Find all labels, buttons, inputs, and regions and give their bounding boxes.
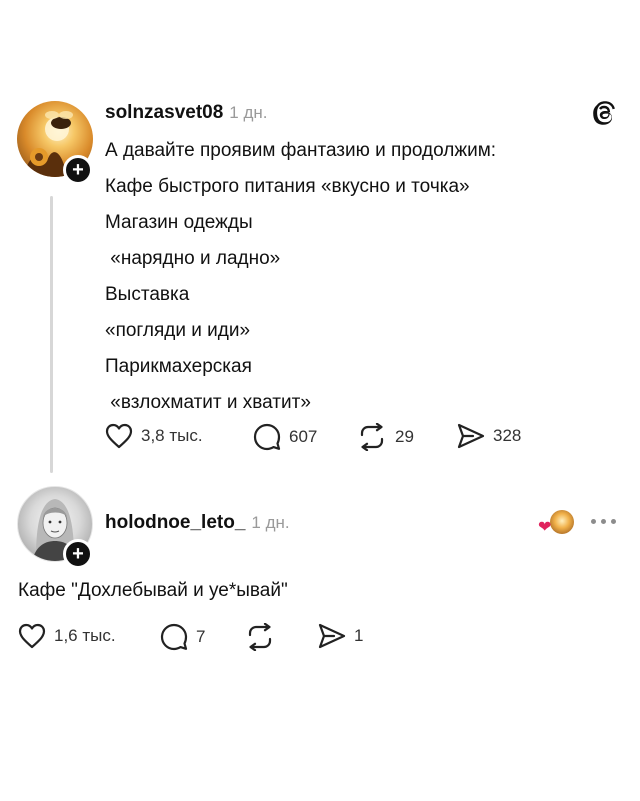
reply-time: 1 дн. xyxy=(251,513,290,532)
post-line: «погляди и иди» xyxy=(105,320,251,341)
post-share-count: 328 xyxy=(493,426,522,445)
comment-bubble-icon xyxy=(160,623,188,651)
post-line: Парикмахерская xyxy=(105,356,252,377)
reply-like-count: 1,6 тыс. xyxy=(54,626,116,645)
post-line: «взлохматит и хватит» xyxy=(105,392,311,413)
post-header: solnzasvet08 1 дн. xyxy=(105,102,268,124)
send-icon xyxy=(318,623,346,649)
reply-comment-count: 7 xyxy=(196,627,206,646)
post-like-button[interactable]: 3,8 тыс. xyxy=(105,423,203,449)
more-dots-icon[interactable] xyxy=(591,519,616,524)
post-comment-button[interactable]: 607 xyxy=(253,423,317,451)
heart-badge-icon: ❤ xyxy=(538,519,552,536)
threads-logo-icon[interactable] xyxy=(592,100,618,126)
send-icon xyxy=(457,423,485,449)
post-body: А давайте проявим фантазию и продолжим: … xyxy=(105,133,605,421)
liked-by-author-indicator: ❤ xyxy=(536,510,576,538)
post-line: «нарядно и ладно» xyxy=(105,248,281,269)
follow-plus-icon[interactable]: + xyxy=(63,155,93,185)
reply-repost-button[interactable] xyxy=(245,623,275,651)
heart-icon xyxy=(18,623,46,649)
repost-icon xyxy=(248,623,272,651)
heart-icon xyxy=(105,423,133,449)
post-line: Магазин одежды xyxy=(105,212,253,233)
thread-line xyxy=(50,196,53,473)
reply-share-button[interactable]: 1 xyxy=(318,623,363,649)
reply-share-count: 1 xyxy=(354,626,364,645)
post-like-count: 3,8 тыс. xyxy=(141,426,203,445)
post-repost-count: 29 xyxy=(395,427,414,446)
reply-comment-button[interactable]: 7 xyxy=(160,623,205,651)
reply-header: holodnoe_leto_ 1 дн. xyxy=(105,512,290,534)
post-username[interactable]: solnzasvet08 xyxy=(105,102,223,124)
follow-plus-icon[interactable]: + xyxy=(63,539,93,569)
post-line: Выставка xyxy=(105,284,190,305)
reply-like-button[interactable]: 1,6 тыс. xyxy=(18,623,116,649)
repost-icon xyxy=(360,423,384,451)
reply-body: Кафе "Дохлебывай и уе*ывай" xyxy=(18,580,288,601)
comment-bubble-icon xyxy=(253,423,281,451)
liked-by-avatar xyxy=(550,510,574,534)
post-line: А давайте проявим фантазию и продолжим: xyxy=(105,140,497,161)
post-time: 1 дн. xyxy=(229,103,268,122)
reply-username[interactable]: holodnoe_leto_ xyxy=(105,512,245,534)
post-comment-count: 607 xyxy=(289,427,318,446)
post-line: Кафе быстрого питания «вкусно и точка» xyxy=(105,176,470,197)
post-share-button[interactable]: 328 xyxy=(457,423,521,449)
post-repost-button[interactable]: 29 xyxy=(357,423,414,451)
